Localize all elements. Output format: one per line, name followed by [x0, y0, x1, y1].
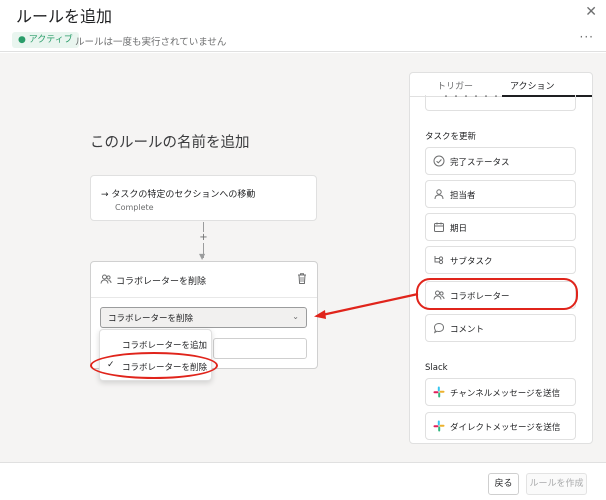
rule-name-input[interactable]: このルールの名前を追加 — [90, 131, 250, 152]
connector-arrow-icon: ▼ — [199, 252, 206, 261]
trash-icon[interactable] — [296, 272, 308, 285]
tab-action[interactable]: アクション — [510, 79, 555, 92]
more-options-icon[interactable]: ··· — [580, 30, 594, 44]
person-icon — [433, 188, 445, 200]
action-title: コラボレーターを削除 — [116, 277, 207, 287]
comment-icon — [433, 322, 445, 334]
section-task-update: タスクを更新 — [425, 132, 477, 142]
collaborator-input[interactable] — [213, 338, 307, 359]
close-icon[interactable]: ✕ — [585, 4, 597, 20]
action-item-slack-channel[interactable]: チャンネルメッセージを送信 — [425, 378, 576, 406]
dialog-footer: 戻る ルールを作成 — [0, 462, 606, 500]
slack-icon — [433, 420, 445, 432]
action-item-comment[interactable]: コメント — [425, 314, 576, 342]
add-step-plus-icon[interactable]: + — [198, 232, 209, 243]
create-rule-button[interactable]: ルールを作成 — [526, 473, 587, 495]
action-item-assignee[interactable]: 担当者 — [425, 180, 576, 208]
section-slack: Slack — [425, 363, 448, 373]
check-circle-icon — [433, 155, 445, 167]
action-item-due-date[interactable]: 期日 — [425, 213, 576, 241]
option-label: コラボレーターを追加 — [122, 341, 208, 351]
action-item-label: チャンネルメッセージを送信 — [450, 389, 561, 399]
partial-item-label: ・・・・・・ — [442, 92, 502, 101]
action-item-label: コメント — [450, 325, 485, 335]
dialog-title: ルールを追加 — [16, 7, 113, 26]
action-card-header: コラボレーターを削除 — [91, 262, 317, 298]
action-item-subtask[interactable]: サブタスク — [425, 246, 576, 274]
back-button[interactable]: 戻る — [488, 473, 519, 495]
status-badge: ● アクティブ — [12, 32, 79, 48]
trigger-card[interactable]: → タスクの特定のセクションへの移動 Complete — [90, 175, 317, 221]
status-bar: ● アクティブ ルールは一度も実行されていません ··· — [0, 30, 606, 52]
action-item-label: ダイレクトメッセージを送信 — [450, 423, 561, 433]
collaborators-icon — [100, 273, 112, 285]
chevron-down-icon: ⌄ — [292, 312, 299, 321]
action-item-label: 担当者 — [450, 191, 476, 201]
annotation-ellipse-collaborators — [416, 278, 578, 310]
trigger-title: → タスクの特定のセクションへの移動 — [101, 190, 256, 200]
action-type-select[interactable]: コラボレーターを削除 ⌄ — [100, 307, 307, 328]
action-item-completion-status[interactable]: 完了ステータス — [425, 147, 576, 175]
dialog-header: ルールを追加 ✕ — [0, 0, 606, 26]
trigger-subtitle: Complete — [115, 203, 154, 212]
action-item-label: サブタスク — [450, 257, 493, 267]
select-value: コラボレーターを削除 — [108, 314, 194, 324]
annotation-ellipse-dropdown — [90, 352, 218, 379]
action-item-label: 期日 — [450, 224, 468, 234]
partial-list-item[interactable]: ・・・・・・ — [425, 92, 576, 111]
subtask-icon — [433, 254, 445, 266]
action-picker-panel: トリガー アクション ・・・・・・ タスクを更新 完了ステータス 担当者 期日 … — [409, 72, 593, 444]
annotation-arrow — [314, 292, 419, 319]
action-item-slack-dm[interactable]: ダイレクトメッセージを送信 — [425, 412, 576, 440]
run-status-text: ルールは一度も実行されていません — [75, 37, 227, 48]
slack-icon — [433, 386, 445, 398]
calendar-icon — [433, 221, 445, 233]
action-item-label: 完了ステータス — [450, 158, 510, 168]
